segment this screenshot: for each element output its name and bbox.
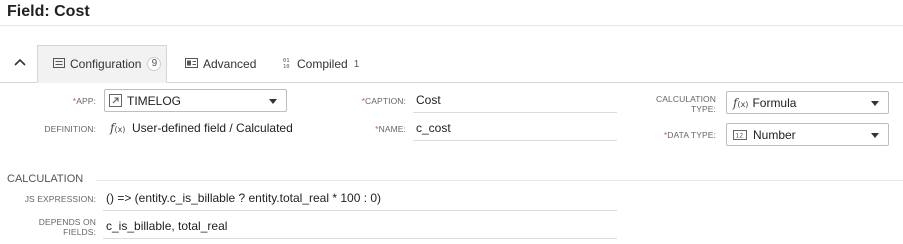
name-label: *NAME: <box>375 124 406 134</box>
list-icon <box>53 57 65 71</box>
depends-on-field[interactable]: c_is_billable, total_real <box>106 219 227 233</box>
calculation-section-title: CALCULATION <box>7 173 84 185</box>
page-title: Field: Cost <box>7 3 90 20</box>
section-divider <box>96 180 903 181</box>
chevron-down-icon <box>269 99 277 104</box>
data-type-value: Number <box>753 127 796 142</box>
count-badge: 1 <box>353 58 360 70</box>
js-expression-field[interactable]: () => (entity.c_is_billable ? entity.tot… <box>106 191 381 205</box>
count-badge: 9 <box>147 57 162 71</box>
svg-text:10: 10 <box>283 64 290 69</box>
svg-text:12: 12 <box>736 132 744 139</box>
number-icon: 12 <box>733 129 747 140</box>
depends-on-underline <box>103 238 617 239</box>
name-underline <box>413 140 617 141</box>
chevron-down-icon <box>871 133 879 138</box>
definition-value: User-defined field / Calculated <box>132 121 293 135</box>
tab-configuration[interactable]: Configuration 9 <box>37 45 167 83</box>
caption-underline <box>413 112 617 113</box>
tab-label: Configuration <box>70 57 142 71</box>
binary-icon: 01 10 <box>283 57 292 72</box>
calculation-type-value: Formula <box>752 95 797 110</box>
js-expression-label: JS EXPRESSION: <box>24 194 96 204</box>
app-label: *APP: <box>72 96 96 106</box>
calculation-type-select[interactable]: f(x) Formula <box>726 91 889 114</box>
fx-icon: f(x) <box>110 121 126 135</box>
data-type-select[interactable]: 12 Number <box>726 123 889 146</box>
chevron-up-icon <box>14 58 26 66</box>
definition-label: DEFINITION: <box>44 124 96 134</box>
id-card-icon <box>185 57 198 71</box>
collapse-button[interactable] <box>12 55 28 69</box>
caption-field[interactable]: Cost <box>416 93 441 107</box>
tab-compiled[interactable]: 01 10 Compiled 1 <box>283 45 359 83</box>
external-link-icon <box>109 94 122 107</box>
chevron-down-icon <box>871 101 879 106</box>
js-expression-underline <box>103 210 617 211</box>
tab-label: Advanced <box>203 57 257 71</box>
data-type-label: *DATA TYPE: <box>663 130 716 140</box>
fx-icon: f(x) <box>733 95 749 110</box>
caption-label: *CAPTION: <box>361 96 406 106</box>
app-select[interactable]: TIMELOG <box>104 89 287 112</box>
name-field[interactable]: c_cost <box>416 121 451 135</box>
tab-label: Compiled <box>297 57 348 71</box>
title-divider <box>0 25 903 26</box>
tab-advanced[interactable]: Advanced <box>185 45 256 83</box>
app-value: TIMELOG <box>127 93 182 108</box>
depends-on-label: DEPENDS ON FIELDS: <box>38 217 96 237</box>
calculation-type-label: CALCULATION TYPE: <box>656 94 716 114</box>
